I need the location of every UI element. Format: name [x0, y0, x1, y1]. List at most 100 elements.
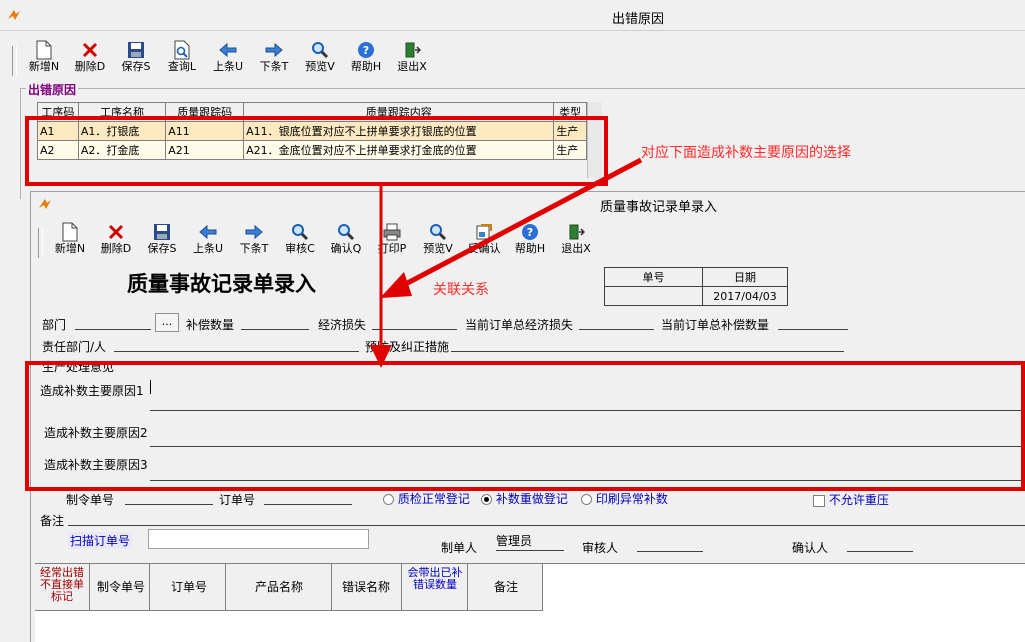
toolbar-button-label: 确认Q: [330, 242, 362, 255]
save-disk-icon: [152, 222, 172, 242]
doc-no-field[interactable]: [604, 286, 703, 306]
magnifier-icon: [428, 222, 448, 242]
toolbar-button-8[interactable]: ? 帮助H: [343, 40, 389, 76]
toolbar-button-12[interactable]: 退出X: [553, 222, 599, 258]
total-comp-field[interactable]: [778, 315, 848, 330]
toolbar-button-label: 预览V: [423, 242, 453, 255]
arrow-left-icon: [198, 222, 218, 242]
col-header-remark[interactable]: 备注: [471, 578, 541, 595]
col-divider: [331, 564, 332, 610]
toolbar-button-label: 保存S: [147, 242, 177, 255]
radio-redo[interactable]: 补数重做登记: [481, 490, 568, 507]
highlight-box-reasons: [25, 361, 1025, 491]
total-loss-field[interactable]: [579, 315, 654, 330]
comp-qty-label: 补偿数量: [186, 318, 235, 332]
no-press-checkbox[interactable]: 不允许重压: [813, 491, 889, 508]
col-divider: [467, 564, 468, 610]
confirmer-label: 确认人: [792, 541, 829, 555]
toolbar-button-7[interactable]: 确认Q: [323, 222, 369, 258]
doc-info-box: 单号 日期 2017/04/03: [604, 267, 788, 306]
order-no-label: 订单号: [219, 493, 256, 507]
toolbar-button-10[interactable]: 反确认: [461, 222, 507, 258]
toolbar-button-7[interactable]: 预览V: [297, 40, 343, 76]
detail-grid[interactable]: 经常出错不直接单标记 制令单号 订单号 产品名称 错误名称 会带出已补错误数量 …: [35, 563, 1025, 642]
radio-print[interactable]: 印刷异常补数: [581, 490, 668, 507]
toolbar-button-3[interactable]: 保存S: [139, 222, 185, 258]
prevent-field[interactable]: [451, 337, 844, 352]
remark-field[interactable]: [68, 511, 1025, 526]
dept-field[interactable]: [75, 315, 151, 330]
delete-x-icon: [106, 222, 126, 242]
col-header-order-no[interactable]: 订单号: [153, 578, 225, 595]
auditor-label: 审核人: [582, 541, 619, 555]
toolbar-button-label: 上条U: [212, 60, 244, 73]
col-header-error-name[interactable]: 错误名称: [333, 578, 399, 595]
app-logo-icon: [39, 199, 51, 209]
toolbar-grip[interactable]: [38, 228, 43, 258]
total-loss-label: 当前订单总经济损失: [465, 318, 574, 332]
magnifier-icon: [290, 222, 310, 242]
make-no-field[interactable]: [125, 490, 213, 505]
toolbar-button-label: 保存S: [121, 60, 151, 73]
toolbar-button-1[interactable]: 新增N: [47, 222, 93, 258]
checkbox-box[interactable]: [813, 494, 825, 507]
app-logo-icon: [8, 10, 20, 20]
col-header-make-no[interactable]: 制令单号: [93, 578, 149, 595]
svg-text:?: ?: [363, 44, 369, 57]
radio-circle-selected[interactable]: [481, 494, 492, 505]
save-disk-icon: [126, 40, 146, 60]
toolbar-button-6[interactable]: 下条T: [251, 40, 297, 76]
toolbar-button-9[interactable]: 退出X: [389, 40, 435, 76]
auditor-field[interactable]: [637, 538, 703, 552]
col-divider: [149, 564, 150, 610]
toolbar-button-9[interactable]: 预览V: [415, 222, 461, 258]
toolbar-button-label: 下条T: [239, 242, 269, 255]
radio-normal-label: 质检正常登记: [397, 492, 470, 506]
scan-input[interactable]: [148, 529, 369, 549]
resp-dept-field[interactable]: [114, 337, 359, 352]
radio-circle[interactable]: [581, 494, 592, 505]
toolbar-button-6[interactable]: 审核C: [277, 222, 323, 258]
col-divider: [401, 564, 402, 610]
annotation-link-note: 关联关系: [433, 282, 489, 298]
toolbar-button-11[interactable]: ? 帮助H: [507, 222, 553, 258]
econ-loss-field[interactable]: [372, 315, 457, 330]
confirmer-field[interactable]: [847, 538, 913, 552]
toolbar-button-5[interactable]: 上条U: [205, 40, 251, 76]
toolbar-button-3[interactable]: 保存S: [113, 40, 159, 76]
dept-browse-button[interactable]: ...: [155, 313, 179, 332]
prevent-label: 预防及纠正措施: [365, 340, 450, 354]
toolbar-button-4[interactable]: 查询L: [159, 40, 205, 76]
order-no-field[interactable]: [264, 490, 352, 505]
col-header-error-qty[interactable]: 会带出已补错误数量: [403, 567, 467, 591]
toolbar-button-2[interactable]: 删除D: [93, 222, 139, 258]
highlight-box-grid: [25, 116, 608, 186]
col-header-frequent-error[interactable]: 经常出错不直接单标记: [36, 567, 88, 603]
toolbar-button-8[interactable]: 打印P: [369, 222, 415, 258]
toolbar-button-label: 审核C: [285, 242, 315, 255]
econ-loss-label: 经济损失: [318, 318, 367, 332]
toolbar-button-4[interactable]: 上条U: [185, 222, 231, 258]
toolbar-button-label: 打印P: [377, 242, 407, 255]
toolbar-button-label: 删除D: [100, 242, 132, 255]
date-field[interactable]: 2017/04/03: [702, 286, 788, 306]
toolbar-grip[interactable]: [12, 46, 17, 76]
toolbar-button-5[interactable]: 下条T: [231, 222, 277, 258]
arrow-left-icon: [218, 40, 238, 60]
radio-circle[interactable]: [383, 494, 394, 505]
window-title: 出错原因: [612, 12, 665, 27]
radio-redo-label: 补数重做登记: [495, 492, 568, 506]
toolbar-button-2[interactable]: 删除D: [67, 40, 113, 76]
radio-normal[interactable]: 质检正常登记: [383, 490, 470, 507]
maker-label: 制单人: [441, 541, 478, 555]
toolbar-button-1[interactable]: 新增N: [21, 40, 67, 76]
no-press-label: 不允许重压: [828, 493, 889, 507]
maker-field[interactable]: 管理员: [496, 532, 564, 551]
radio-print-label: 印刷异常补数: [595, 492, 668, 506]
main-title-bar: 出错原因: [0, 0, 1025, 31]
toolbar-button-label: 预览V: [305, 60, 335, 73]
col-divider: [89, 564, 90, 610]
comp-qty-field[interactable]: [241, 315, 309, 330]
col-header-product-name[interactable]: 产品名称: [229, 578, 329, 595]
magnifier-icon: [310, 40, 330, 60]
